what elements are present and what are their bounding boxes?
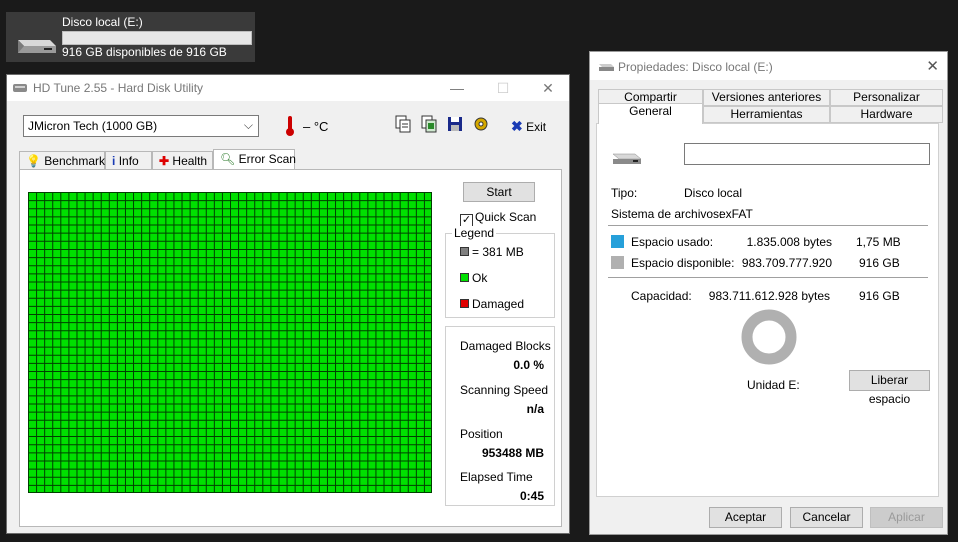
tab-personalizar[interactable]: Personalizar <box>830 89 943 106</box>
maximize-button[interactable]: ☐ <box>483 75 523 101</box>
tab-herramientas[interactable]: Herramientas <box>703 106 830 123</box>
usage-donut-chart <box>741 309 797 365</box>
used-space-label: Espacio usado: <box>631 235 714 249</box>
copy-screenshot-icon[interactable] <box>418 115 440 137</box>
tab-error-scan[interactable]: 🔍︎ Error Scan <box>213 149 296 170</box>
tab-info[interactable]: i Info <box>105 151 152 169</box>
free-space-size: 916 GB <box>859 256 900 270</box>
divider <box>608 277 928 278</box>
tab-health-label: Health <box>172 154 208 168</box>
legend-swatch <box>460 273 469 282</box>
benchmark-icon: 💡 <box>26 154 41 168</box>
filesystem-label: Sistema de archivos: <box>611 207 723 221</box>
drive-tile-name: Disco local (E:) <box>62 15 143 29</box>
info-icon: i <box>112 154 116 168</box>
exit-x-icon: ✖ <box>511 118 523 134</box>
tipo-value: Disco local <box>684 186 743 200</box>
position-label: Position <box>460 427 503 441</box>
used-space-bytes: 1.835.008 bytes <box>746 235 832 249</box>
exit-button[interactable]: ✖ Exit <box>511 118 546 135</box>
elapsed-time-value: 0:45 <box>519 489 544 503</box>
legend-item-block-size: = 381 MB <box>460 245 524 259</box>
used-space-size: 1,75 MB <box>856 235 901 249</box>
drive-icon <box>599 64 614 71</box>
divider <box>608 225 928 226</box>
hdtune-window: HD Tune 2.55 - Hard Disk Utility — ☐ ✕ J… <box>6 74 570 534</box>
temperature-value: – °C <box>303 119 329 134</box>
free-space-button[interactable]: Liberar espacio <box>849 370 930 406</box>
hdtune-app-icon <box>13 84 27 92</box>
legend-item-ok: Ok <box>460 271 487 285</box>
properties-title: Propiedades: Disco local (E:) <box>618 60 773 74</box>
scan-stats-box: Damaged Blocks 0.0 % Scanning Speed n/a … <box>445 326 555 506</box>
drive-select-value: JMicron Tech (1000 GB) <box>28 119 158 133</box>
legend-label: = 381 MB <box>472 245 524 259</box>
tab-benchmark[interactable]: 💡 Benchmark <box>19 151 105 169</box>
position-value: 953488 MB <box>481 446 544 460</box>
drive-icon <box>18 40 56 53</box>
drive-name-input[interactable] <box>684 143 930 165</box>
quick-scan-checkbox[interactable]: ✓ Quick Scan <box>460 210 536 227</box>
drive-tile-free-text: 916 GB disponibles de 916 GB <box>62 45 227 59</box>
drive-usage-bar <box>62 31 252 45</box>
legend-item-damaged: Damaged <box>460 297 524 311</box>
options-icon[interactable] <box>470 115 492 137</box>
tab-general[interactable]: General <box>598 103 703 124</box>
tab-hardware[interactable]: Hardware <box>830 106 943 123</box>
general-panel: Tipo: Disco local Sistema de archivos: e… <box>596 123 939 497</box>
drive-select[interactable]: JMicron Tech (1000 GB) ⌵ <box>23 115 259 137</box>
quick-scan-label: Quick Scan <box>475 210 537 224</box>
damaged-blocks-label: Damaged Blocks <box>460 339 551 353</box>
tab-error-scan-label: Error Scan <box>238 152 296 166</box>
legend-title: Legend <box>452 226 497 240</box>
tab-versiones-anteriores[interactable]: Versiones anteriores <box>703 89 830 106</box>
legend-swatch <box>460 299 469 308</box>
capacity-bytes: 983.711.612.928 bytes <box>708 289 830 303</box>
save-icon[interactable] <box>444 115 466 137</box>
close-icon[interactable]: ✕ <box>926 57 939 75</box>
properties-dialog: Propiedades: Disco local (E:) ✕ Comparti… <box>589 51 948 535</box>
thermometer-icon <box>286 116 294 136</box>
start-button[interactable]: Start <box>463 182 535 202</box>
tab-health[interactable]: ✚ Health <box>152 151 213 169</box>
copy-icon[interactable] <box>392 115 414 137</box>
close-button[interactable]: ✕ <box>528 75 568 101</box>
capacity-label: Capacidad: <box>631 289 692 303</box>
error-scan-panel: Start ✓ Quick Scan Legend = 381 MB Ok Dam… <box>19 169 562 527</box>
used-space-swatch <box>611 235 624 248</box>
legend-box: Legend = 381 MB Ok Damaged <box>445 226 555 318</box>
free-space-label: Espacio disponible: <box>631 256 735 270</box>
legend-label: Ok <box>472 271 488 285</box>
properties-titlebar[interactable]: Propiedades: Disco local (E:) ✕ <box>590 52 947 80</box>
chevron-down-icon: ⌵ <box>243 118 253 132</box>
drive-icon <box>612 153 642 164</box>
hdtune-title: HD Tune 2.55 - Hard Disk Utility <box>33 81 204 95</box>
capacity-size: 916 GB <box>859 289 900 303</box>
cancel-button[interactable]: Cancelar <box>790 507 863 528</box>
ok-button[interactable]: Aceptar <box>709 507 782 528</box>
apply-button[interactable]: Aplicar <box>870 507 943 528</box>
unit-label: Unidad E: <box>747 378 800 392</box>
filesystem-value: exFAT <box>719 207 753 221</box>
free-space-swatch <box>611 256 624 269</box>
tab-info-label: Info <box>118 154 139 168</box>
hdtune-body: JMicron Tech (1000 GB) ⌵ – °C ✖ Exit 💡 B… <box>7 101 569 533</box>
elapsed-time-label: Elapsed Time <box>460 470 533 484</box>
tab-benchmark-label: Benchmark <box>44 154 105 168</box>
tipo-label: Tipo: <box>611 186 638 200</box>
legend-swatch <box>460 247 469 256</box>
scanning-speed-value: n/a <box>526 402 544 416</box>
minimize-button[interactable]: — <box>437 75 477 101</box>
health-cross-icon: ✚ <box>159 154 170 168</box>
free-space-bytes: 983.709.777.920 <box>741 256 832 270</box>
magnifier-icon: 🔍︎ <box>220 152 236 166</box>
drive-tile[interactable]: Disco local (E:) 916 GB disponibles de 9… <box>6 12 255 62</box>
hdtune-titlebar[interactable]: HD Tune 2.55 - Hard Disk Utility — ☐ ✕ <box>7 75 569 101</box>
scanning-speed-label: Scanning Speed <box>460 383 549 397</box>
damaged-blocks-value: 0.0 % <box>513 358 544 372</box>
exit-label: Exit <box>526 120 547 134</box>
scan-block-grid <box>28 192 432 493</box>
legend-label: Damaged <box>472 297 525 311</box>
